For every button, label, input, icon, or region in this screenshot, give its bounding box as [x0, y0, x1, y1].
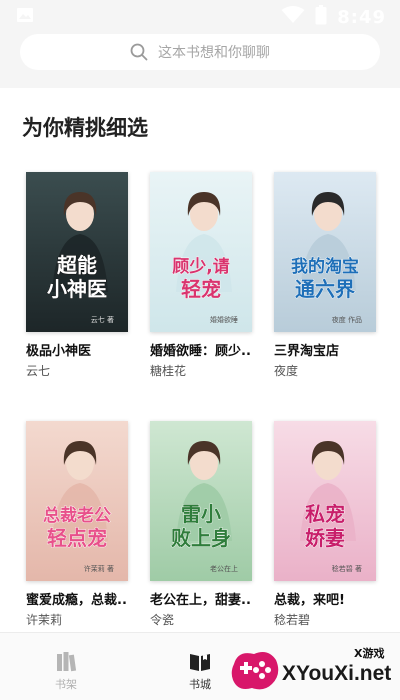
- watermark-small-text: X游戏: [354, 647, 385, 660]
- cover-title-line: 顾少,请: [172, 257, 229, 277]
- cover-title-line: 小神医: [47, 277, 107, 301]
- search-area: 这本书想和你聊聊: [0, 34, 400, 88]
- cover-title-line: 超能: [56, 253, 97, 277]
- search-placeholder: 这本书想和你聊聊: [158, 45, 270, 61]
- image-notification-icon: [16, 7, 34, 27]
- cover-art: 超能小神医云七 著: [26, 172, 128, 332]
- book-cover[interactable]: 总裁老公 轻点宠许茉莉 著: [26, 421, 128, 581]
- book-author: 令瓷: [150, 613, 175, 627]
- book-card[interactable]: 总裁老公 轻点宠许茉莉 著 蜜爱成瘾，总裁... 许茉莉: [26, 421, 128, 628]
- cover-author-text: 许茉莉 著: [84, 564, 114, 573]
- status-bar: 8:49: [0, 0, 400, 34]
- watermark-text: XYouXi.net: [282, 662, 392, 685]
- book-title: 三界淘宝店: [274, 344, 340, 359]
- book-title: 极品小神医: [26, 344, 92, 359]
- book-title: 蜜爱成瘾，总裁...: [26, 593, 128, 608]
- cover-title-line: 总裁老公: [43, 505, 111, 526]
- status-time: 8:49: [337, 6, 386, 28]
- cover-title-line: 私宠: [305, 502, 345, 526]
- book-cover[interactable]: 超能 小神医云七 著: [26, 172, 128, 332]
- cover-title-line: 娇妻: [305, 526, 345, 550]
- book-title: 老公在上，甜妻...: [150, 593, 252, 608]
- book-author: 云七: [26, 364, 51, 378]
- bookshelf-icon: [54, 651, 78, 673]
- section-title: 为你精挑细选: [22, 116, 148, 140]
- cover-author-text: 婚婚欲睡: [210, 315, 238, 324]
- book-author: 夜度: [274, 364, 299, 378]
- cover-title-line: 我的淘宝: [291, 256, 359, 277]
- cover-art: 我的淘宝通六界夜度 作品: [274, 172, 376, 332]
- battery-icon: [315, 5, 327, 29]
- cover-author-text: 云七 著: [91, 315, 114, 324]
- wifi-icon: [281, 6, 305, 28]
- cover-title-line: 雷小: [181, 502, 221, 526]
- book-title: 婚婚欲睡：顾少...: [150, 344, 252, 359]
- book-author: 糖桂花: [150, 364, 187, 378]
- cover-title-line: 败上身: [171, 526, 231, 550]
- gamepad-logo-icon: [228, 644, 284, 700]
- book-card[interactable]: 顾少,请 轻宠婚婚欲睡 婚婚欲睡：顾少... 糖桂花: [150, 172, 252, 379]
- cover-author-text: 老公在上: [210, 564, 238, 573]
- cover-art: 顾少,请轻宠婚婚欲睡: [150, 172, 252, 332]
- nav-bookshelf-label: 书架: [55, 678, 77, 691]
- open-book-icon: [188, 651, 212, 673]
- book-grid: 超能 小神医云七 著 极品小神医 云七 顾少,请 轻宠婚婚欲睡 婚婚欲睡：顾少...…: [26, 172, 382, 628]
- nav-bookstore-label: 书城: [189, 678, 211, 691]
- book-card[interactable]: 雷小 败上身老公在上 老公在上，甜妻... 令瓷: [150, 421, 252, 628]
- nav-bookshelf[interactable]: 书架: [36, 651, 96, 692]
- cover-title-line: 通六界: [295, 277, 355, 301]
- book-cover[interactable]: 我的淘宝 通六界夜度 作品: [274, 172, 376, 332]
- book-cover[interactable]: 顾少,请 轻宠婚婚欲睡: [150, 172, 252, 332]
- nav-bookstore[interactable]: 书城: [170, 651, 230, 692]
- cover-author-text: 稔若碧 著: [332, 564, 362, 573]
- book-card[interactable]: 超能 小神医云七 著 极品小神医 云七: [26, 172, 128, 379]
- cover-author-text: 夜度 作品: [332, 315, 362, 324]
- book-cover[interactable]: 雷小 败上身老公在上: [150, 421, 252, 581]
- cover-title-line: 轻点宠: [47, 526, 107, 550]
- book-cover[interactable]: 私宠 娇妻稔若碧 著: [274, 421, 376, 581]
- cover-art: 私宠娇妻稔若碧 著: [274, 421, 376, 581]
- cover-art: 雷小败上身老公在上: [150, 421, 252, 581]
- book-author: 许茉莉: [26, 613, 63, 627]
- search-input[interactable]: 这本书想和你聊聊: [20, 34, 380, 70]
- search-icon: [130, 43, 148, 61]
- cover-title-line: 轻宠: [181, 277, 221, 301]
- book-card[interactable]: 私宠 娇妻稔若碧 著 总裁，来吧! 稔若碧: [274, 421, 376, 628]
- cover-art: 总裁老公轻点宠许茉莉 著: [26, 421, 128, 581]
- watermark: X游戏 XYouXi.net: [226, 640, 400, 700]
- book-card[interactable]: 我的淘宝 通六界夜度 作品 三界淘宝店 夜度: [274, 172, 376, 379]
- book-title: 总裁，来吧!: [274, 593, 345, 608]
- book-author: 稔若碧: [274, 613, 311, 627]
